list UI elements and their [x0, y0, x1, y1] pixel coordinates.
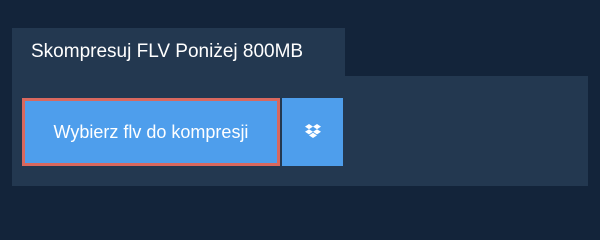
choose-file-label: Wybierz flv do kompresji [53, 122, 249, 142]
choose-file-button[interactable]: Wybierz flv do kompresji [22, 98, 280, 166]
dropbox-button[interactable] [282, 98, 343, 166]
dropbox-icon [304, 124, 322, 140]
page: Skompresuj FLV Poniżej 800MB Wybierz flv… [0, 0, 600, 230]
page-title-tab: Skompresuj FLV Poniżej 800MB [12, 28, 345, 76]
page-title: Skompresuj FLV Poniżej 800MB [31, 41, 304, 62]
